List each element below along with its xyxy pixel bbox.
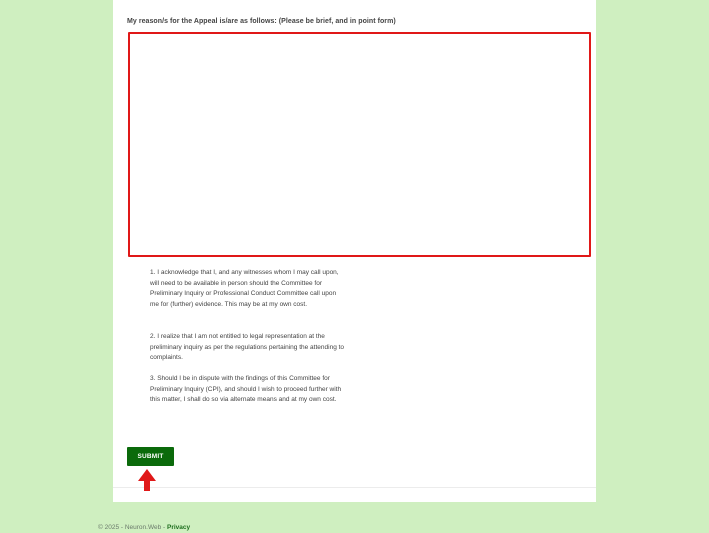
up-arrow-icon [138,469,156,491]
privacy-link[interactable]: Privacy [167,524,190,531]
reason-textarea[interactable] [128,32,591,257]
acknowledgement-3: 3. Should I be in dispute with the findi… [150,375,342,403]
reason-label: My reason/s for the Appeal is/are as fol… [127,18,396,25]
panel-divider [113,487,596,488]
acknowledgement-1: 1. I acknowledge that I, and any witness… [150,269,339,308]
appeal-form-panel: My reason/s for the Appeal is/are as fol… [113,0,596,502]
footer-copyright: © 2025 - Neuron.Web - [98,524,167,531]
submit-button[interactable]: SUBMIT [127,447,174,466]
page: My reason/s for the Appeal is/are as fol… [0,0,709,533]
acknowledgement-2: 2. I realize that I am not entitled to l… [150,333,345,361]
footer: © 2025 - Neuron.Web - Privacy [98,524,190,531]
